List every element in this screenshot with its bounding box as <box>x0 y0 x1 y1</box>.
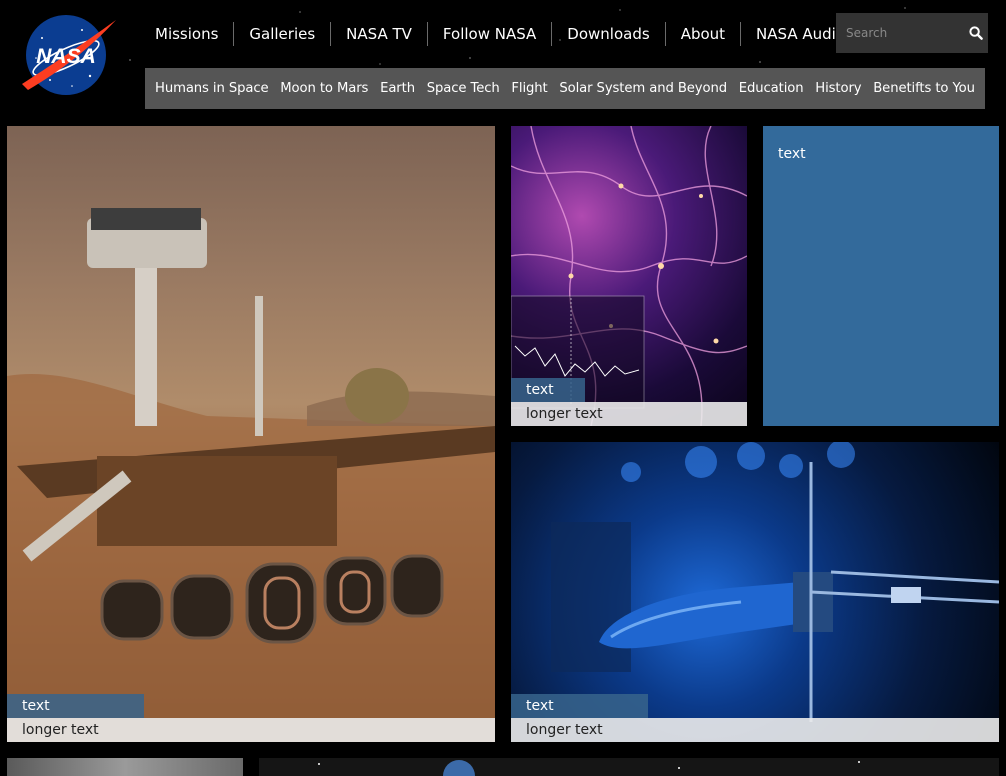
search-input[interactable] <box>836 14 964 52</box>
search-icon[interactable] <box>964 21 988 45</box>
sub-nav-moon-to-mars[interactable]: Moon to Mars <box>280 81 368 96</box>
sub-nav: Humans in Space Moon to Mars Earth Space… <box>145 68 985 109</box>
sub-nav-benefits[interactable]: Benetifts to You <box>873 81 975 96</box>
mars-rover-image <box>7 208 495 742</box>
tile-cosmic-web[interactable]: text longer text <box>511 126 747 426</box>
sub-nav-flight[interactable]: Flight <box>511 81 547 96</box>
nasa-meatball-icon: NASA <box>22 15 116 95</box>
search-box <box>836 13 988 53</box>
tile-mars-rover[interactable]: text longer text <box>7 126 495 742</box>
earth-image <box>318 760 860 776</box>
tile-engine-test[interactable]: text longer text <box>511 442 999 742</box>
sub-nav-space-tech[interactable]: Space Tech <box>427 81 500 96</box>
top-nav-follow-nasa[interactable]: Follow NASA <box>428 22 551 46</box>
top-nav-downloads[interactable]: Downloads <box>552 22 664 46</box>
top-nav-about[interactable]: About <box>666 22 740 46</box>
tile-bottom-portrait[interactable] <box>7 758 243 776</box>
tile-caption-short: text <box>511 378 585 402</box>
nasa-logo[interactable]: NASA <box>20 14 118 98</box>
tile-caption-long: longer text <box>511 402 747 426</box>
sub-nav-earth[interactable]: Earth <box>380 81 415 96</box>
top-nav-galleries[interactable]: Galleries <box>234 22 330 46</box>
tile-caption-short: text <box>7 694 144 718</box>
top-nav-missions[interactable]: Missions <box>140 22 233 46</box>
top-nav: Missions Galleries NASA TV Follow NASA D… <box>140 20 895 48</box>
sub-nav-solar-system[interactable]: Solar System and Beyond <box>559 81 727 96</box>
sub-nav-humans-in-space[interactable]: Humans in Space <box>155 81 269 96</box>
sub-nav-education[interactable]: Education <box>739 81 804 96</box>
tile-bottom-earth[interactable] <box>259 758 999 776</box>
tile-text[interactable]: text <box>763 126 999 426</box>
tile-caption-long: longer text <box>7 718 495 742</box>
sub-nav-history[interactable]: History <box>815 81 861 96</box>
tile-caption-short: text <box>511 694 648 718</box>
tile-text-label: text <box>778 146 806 162</box>
logo-text: NASA <box>36 45 96 68</box>
top-nav-nasa-tv[interactable]: NASA TV <box>331 22 427 46</box>
tile-caption-long: longer text <box>511 718 999 742</box>
